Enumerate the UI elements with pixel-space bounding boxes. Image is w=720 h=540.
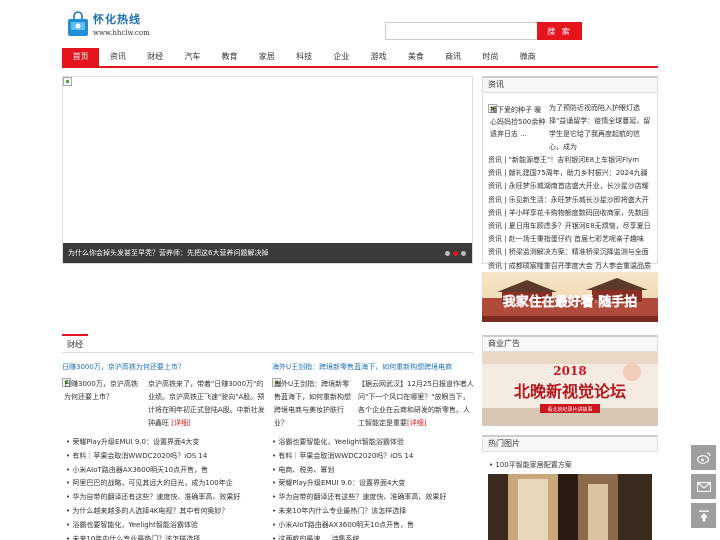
finance-list-item[interactable]: • 华为自带的翻译还有这些？速度快、准确率高、效果好 (272, 491, 477, 505)
slider-dot[interactable] (453, 251, 458, 256)
nav-item[interactable]: 企业 (323, 48, 360, 66)
news-thumbnail-alt: 播下爱的种子 暖心妈妈捡500余种遗弃日志 ... (490, 106, 546, 138)
nav-item[interactable]: 游戏 (360, 48, 397, 66)
news-list-item[interactable]: 资讯 | 永旺梦乐城湖南首店盛大开业，长沙星沙店耀 (488, 180, 653, 193)
news-list-item[interactable]: 资讯 | 赴一场壬秉指蛋仔约 首届七彩艺呢亲子趣味 (488, 233, 653, 246)
detail-link[interactable]: [详细] (171, 419, 190, 427)
nav-item[interactable]: 首页 (62, 48, 100, 66)
ad-title: 北晚新视觉论坛 (514, 382, 626, 401)
finance-list-item[interactable]: • 未来10年内什么专业最热门？该怎样选择 (272, 505, 477, 519)
finance-list-item[interactable]: • 为什么越来越多的人选择4K电视？其中有何奥妙？ (66, 505, 271, 519)
news-heading: 资讯 (482, 76, 658, 93)
finance-list-item[interactable]: • 有料｜苹果会取消WWDC2020吗？iOS 14 (66, 450, 271, 464)
finance-list-right: • 浴霸也要智能化，Yeelight智能浴霸体验 • 有料｜苹果会取消WWDC20… (272, 436, 477, 540)
nav-item[interactable]: 美食 (397, 48, 434, 66)
nav-item[interactable]: 汽车 (174, 48, 211, 66)
finance-list-item[interactable]: • 荣耀Play升级EMUI 9.0：设置界面4大变 (66, 436, 271, 450)
finance-list-item[interactable]: • 这两款的最速 ... 诗集系统 (272, 533, 477, 540)
finance-list-item[interactable]: • 电商、税务、幂划 (272, 464, 477, 478)
feature-image[interactable]: 日赚3000万，京沪高铁为何还要上市？ (62, 378, 144, 418)
finance-list-item[interactable]: • 阿里巴巴的战略，可见其远大的目光，成为100年企 (66, 477, 271, 491)
back-to-top-button[interactable] (691, 503, 716, 528)
weibo-share-button[interactable] (691, 445, 716, 470)
search-input[interactable] (385, 22, 537, 40)
banner-text: 我家住在最好看·随手拍 (503, 294, 638, 310)
hot-image-title[interactable]: • 100平智能家居配置方案 (489, 460, 572, 470)
detail-link[interactable]: [详细] (407, 419, 426, 427)
mail-icon (696, 481, 711, 492)
feature-description: 【据云网武汉】12月25日报道作者人问"下一个风口在哪里？"放眼当下，各个企业在… (358, 378, 475, 430)
news-thumbnail[interactable]: 播下爱的种子 暖心妈妈捡500余种遗弃日志 ... (488, 104, 546, 144)
feature-image-alt: 日赚3000万，京沪高铁为何还要上市？ (64, 380, 138, 401)
slider-dots (445, 251, 466, 256)
hot-images-heading: 热门图片 (482, 435, 658, 452)
back-to-top-icon (698, 510, 709, 521)
ad-sub: 看北京纪录片讲故事 (547, 406, 592, 413)
mail-button[interactable] (691, 474, 716, 499)
finance-feature-left: 日赚3000万，京沪高铁为何还要上市？ 日赚3000万，京沪高铁为何还要上市？ … (62, 362, 265, 430)
feature-title[interactable]: 海外U王剑指：跨境新零售蓝海下，如何重新构想跨境电商 (272, 362, 475, 372)
finance-heading[interactable]: 财经 (62, 334, 88, 353)
news-list-item[interactable]: 资讯 | 成都硕宸隆重召开季度大会 万人参会重温品质 (488, 260, 653, 273)
finance-list-item[interactable]: • 华为自带的翻译还有这些？速度快、准确率高、效果好 (66, 491, 271, 505)
finance-list-item[interactable]: • 浴霸也要智能化，Yeelight智能浴霸体验 (66, 519, 271, 533)
feature-image-alt: 海外U王剑指：跨境新零售蓝海下，如何重新构想跨境电商与美妆护肤行业？ (274, 380, 351, 427)
finance-list-left: • 荣耀Play升级EMUI 9.0：设置界面4大变 • 有料｜苹果会取消WWDC… (66, 436, 271, 540)
feature-description-text: 京沪高铁来了，带着"日赚3000万"的业绩。京沪高铁正飞速"驶向"A股。预计将在… (148, 380, 265, 427)
hero-slider[interactable]: 为什么你会掉头发甚至早秃？营养师：先把这6大营养问题解决掉 (62, 76, 473, 264)
main-nav: 首页 资讯 财经 汽车 教育 家居 科技 企业 游戏 美食 商讯 时尚 微商 (62, 48, 658, 68)
weibo-icon (696, 451, 711, 464)
nav-item[interactable]: 时尚 (472, 48, 509, 66)
feature-image[interactable]: 海外U王剑指：跨境新零售蓝海下，如何重新构想跨境电商与美妆护肤行业？ (272, 378, 354, 427)
image-placeholder-icon (63, 77, 72, 86)
finance-list-item[interactable]: • 小米AIoT路由器AX3600明天10点开售，售 (66, 464, 271, 478)
finance-list-item[interactable]: • 荣耀Play升级EMUI 9.0：设置界面4大变 (272, 477, 477, 491)
logo-title: 怀化热线 (93, 13, 141, 26)
news-list-item[interactable]: 资讯 | 献礼建国75周年，助力乡村振兴：2024九疆 (488, 167, 653, 180)
news-list: 资讯 | "新能源巻王"！吉利银河E8上车银河Flym 资讯 | 献礼建国75周年… (488, 154, 653, 273)
finance-list-item[interactable]: • 浴霸也要智能化，Yeelight智能浴霸体验 (272, 436, 477, 450)
slider-dot[interactable] (461, 251, 466, 256)
news-list-item[interactable]: 资讯 | 夏日用车顾虑多？开银河E8无烦恼，尽享夏日 (488, 220, 653, 233)
finance-list-item[interactable]: • 未来10年内什么专业最热门？该怎样选择 (66, 533, 271, 540)
finance-list-item[interactable]: • 小米AIoT路由器AX3600明天10点开售，售 (272, 519, 477, 533)
ad-year: 2018 (553, 364, 586, 378)
shopping-bag-icon (67, 11, 89, 37)
slider-dot[interactable] (445, 251, 450, 256)
nav-item[interactable]: 科技 (286, 48, 323, 66)
search-button[interactable]: 搜 索 (537, 22, 582, 40)
feature-title[interactable]: 日赚3000万，京沪高铁为何还要上市？ (62, 362, 265, 372)
ad-banner[interactable]: 2018 北晚新视觉论坛 看北京纪录片讲故事 (482, 352, 658, 426)
news-box: 播下爱的种子 暖心妈妈捡500余种遗弃日志 ... 为了预防近视而陷入护眼灯选择… (482, 94, 658, 270)
finance-list-item[interactable]: • 有料｜苹果会取消WWDC2020吗？iOS 14 (272, 450, 477, 464)
nav-item[interactable]: 资讯 (99, 48, 136, 66)
nav-item[interactable]: 商讯 (435, 48, 472, 66)
news-list-item[interactable]: 资讯 | 桥梁监测解决方案：精准桥梁沉降监测与全面 (488, 246, 653, 259)
slider-caption[interactable]: 为什么你会掉头发甚至早秃？营养师：先把这6大营养问题解决掉 (63, 243, 472, 263)
finance-section-header: 财经 (62, 334, 473, 353)
logo-url: www.hhclw.com (93, 29, 150, 37)
feature-description: 京沪高铁来了，带着"日赚3000万"的业绩。京沪高铁正飞速"驶向"A股。预计将在… (148, 378, 265, 430)
finance-feature-right: 海外U王剑指：跨境新零售蓝海下，如何重新构想跨境电商 海外U王剑指：跨境新零售蓝… (272, 362, 475, 430)
news-list-item[interactable]: 资讯 | "新能源巻王"！吉利银河E8上车银河Flym (488, 154, 653, 167)
nav-item[interactable]: 教育 (211, 48, 248, 66)
news-list-item[interactable]: 资讯 | 羊小咩享花卡购物额度数码回收商家，先数回 (488, 207, 653, 220)
page: 怀化热线 www.hhclw.com 搜 索 首页 资讯 财经 汽车 教育 家居 科技 企业游… (0, 0, 720, 540)
site-logo[interactable]: 怀化热线 www.hhclw.com (67, 11, 150, 37)
ad-heading: 商业广告 (482, 335, 658, 352)
nav-item[interactable]: 家居 (248, 48, 285, 66)
promo-banner[interactable]: 我家住在最好看·随手拍 (482, 272, 658, 322)
nav-item[interactable]: 微商 (509, 48, 546, 66)
nav-item[interactable]: 财经 (137, 48, 174, 66)
news-list-item[interactable]: 资讯 | 乐见新生活：永旺梦乐城长沙星沙即将盛大开 (488, 194, 653, 207)
search-bar: 搜 索 (385, 22, 582, 40)
hot-image[interactable] (488, 474, 652, 540)
